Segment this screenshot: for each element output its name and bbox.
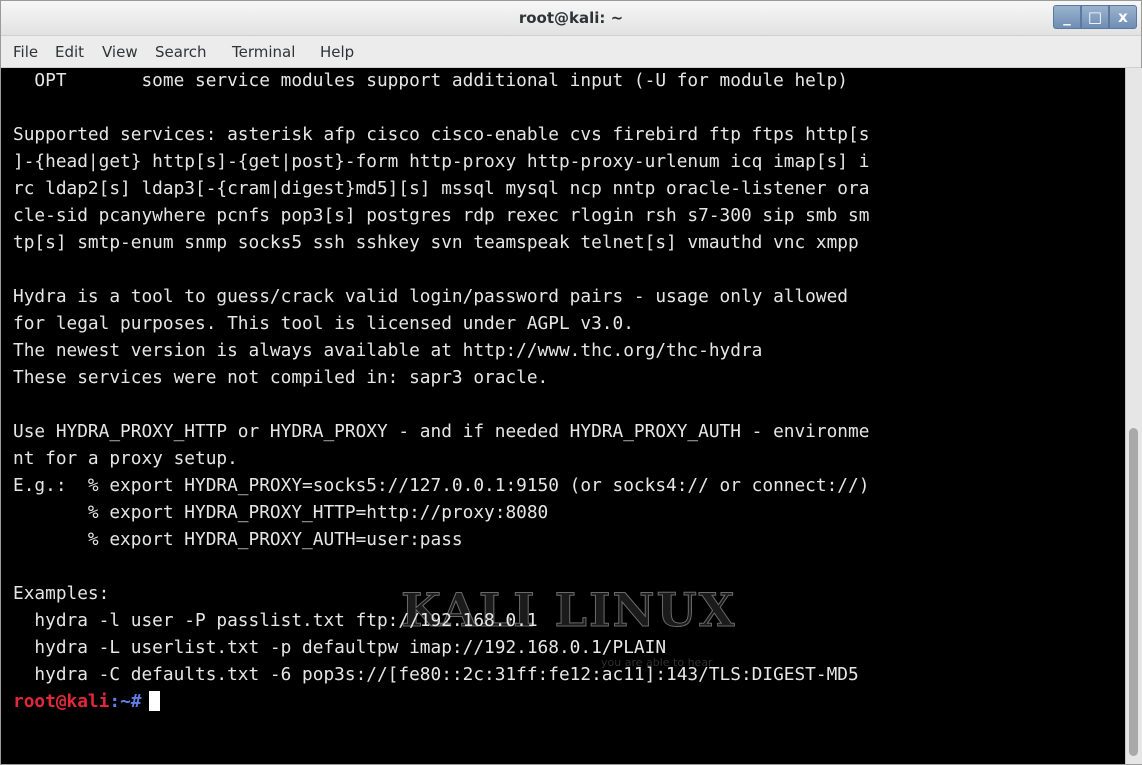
scrollbar-thumb[interactable]: [1129, 428, 1138, 756]
terminal-line: for legal purposes. This tool is license…: [13, 313, 634, 334]
scrollbar[interactable]: [1125, 68, 1142, 764]
terminal-line: rc ldap2[s] ldap3[-{cram|digest}md5][s] …: [13, 178, 870, 199]
menu-bar: File Edit View Search Terminal Help: [1, 36, 1141, 68]
terminal-line: ]-{head|get} http[s]-{get|post}-form htt…: [13, 151, 870, 172]
close-button[interactable]: x: [1109, 5, 1137, 29]
terminal-line: Hydra is a tool to guess/crack valid log…: [13, 286, 849, 307]
close-icon: x: [1118, 8, 1128, 26]
window-title: root@kali: ~: [518, 9, 624, 27]
terminal-line: hydra -L userlist.txt -p defaultpw imap:…: [13, 637, 667, 658]
terminal-line: hydra -l user -P passlist.txt ftp://192.…: [13, 610, 538, 631]
maximize-icon: □: [1087, 8, 1103, 26]
minimize-icon: _: [1063, 8, 1071, 26]
menu-help[interactable]: Help: [320, 43, 354, 61]
terminal-line: hydra -C defaults.txt -6 pop3s://[fe80::…: [13, 664, 859, 685]
terminal-line: % export HYDRA_PROXY_HTTP=http://proxy:8…: [13, 502, 549, 523]
terminal-line: Examples:: [13, 583, 110, 604]
menu-search[interactable]: Search: [155, 43, 207, 61]
terminal-line: The newest version is always available a…: [13, 340, 763, 361]
terminal-line: Use HYDRA_PROXY_HTTP or HYDRA_PROXY - an…: [13, 421, 870, 442]
terminal-line: tp[s] smtp-enum snmp socks5 ssh sshkey s…: [13, 232, 859, 253]
minimize-button[interactable]: _: [1053, 5, 1081, 29]
menu-terminal[interactable]: Terminal: [232, 43, 295, 61]
text-cursor: [149, 691, 161, 711]
title-bar[interactable]: root@kali: ~ _ □ x: [1, 1, 1141, 36]
terminal-line: % export HYDRA_PROXY_AUTH=user:pass: [13, 529, 463, 550]
terminal-line: E.g.: % export HYDRA_PROXY=socks5://127.…: [13, 475, 870, 496]
terminal-line: OPT some service modules support additio…: [13, 70, 849, 91]
terminal-line: nt for a proxy setup.: [13, 448, 238, 469]
maximize-button[interactable]: □: [1081, 5, 1109, 29]
prompt-user: root@kali: [13, 691, 110, 712]
prompt-path: :~#: [109, 691, 142, 712]
terminal-line: Supported services: asterisk afp cisco c…: [13, 124, 870, 145]
terminal-output[interactable]: KALI LINUX you are able to hear OPT some…: [1, 68, 1125, 764]
terminal-window: root@kali: ~ _ □ x File Edit View Search…: [0, 0, 1142, 765]
terminal-line: These services were not compiled in: sap…: [13, 367, 549, 388]
terminal-line: cle-sid pcanywhere pcnfs pop3[s] postgre…: [13, 205, 870, 226]
menu-edit[interactable]: Edit: [55, 43, 84, 61]
menu-file[interactable]: File: [13, 43, 38, 61]
shell-prompt[interactable]: root@kali:~#: [13, 691, 161, 713]
menu-view[interactable]: View: [102, 43, 138, 61]
